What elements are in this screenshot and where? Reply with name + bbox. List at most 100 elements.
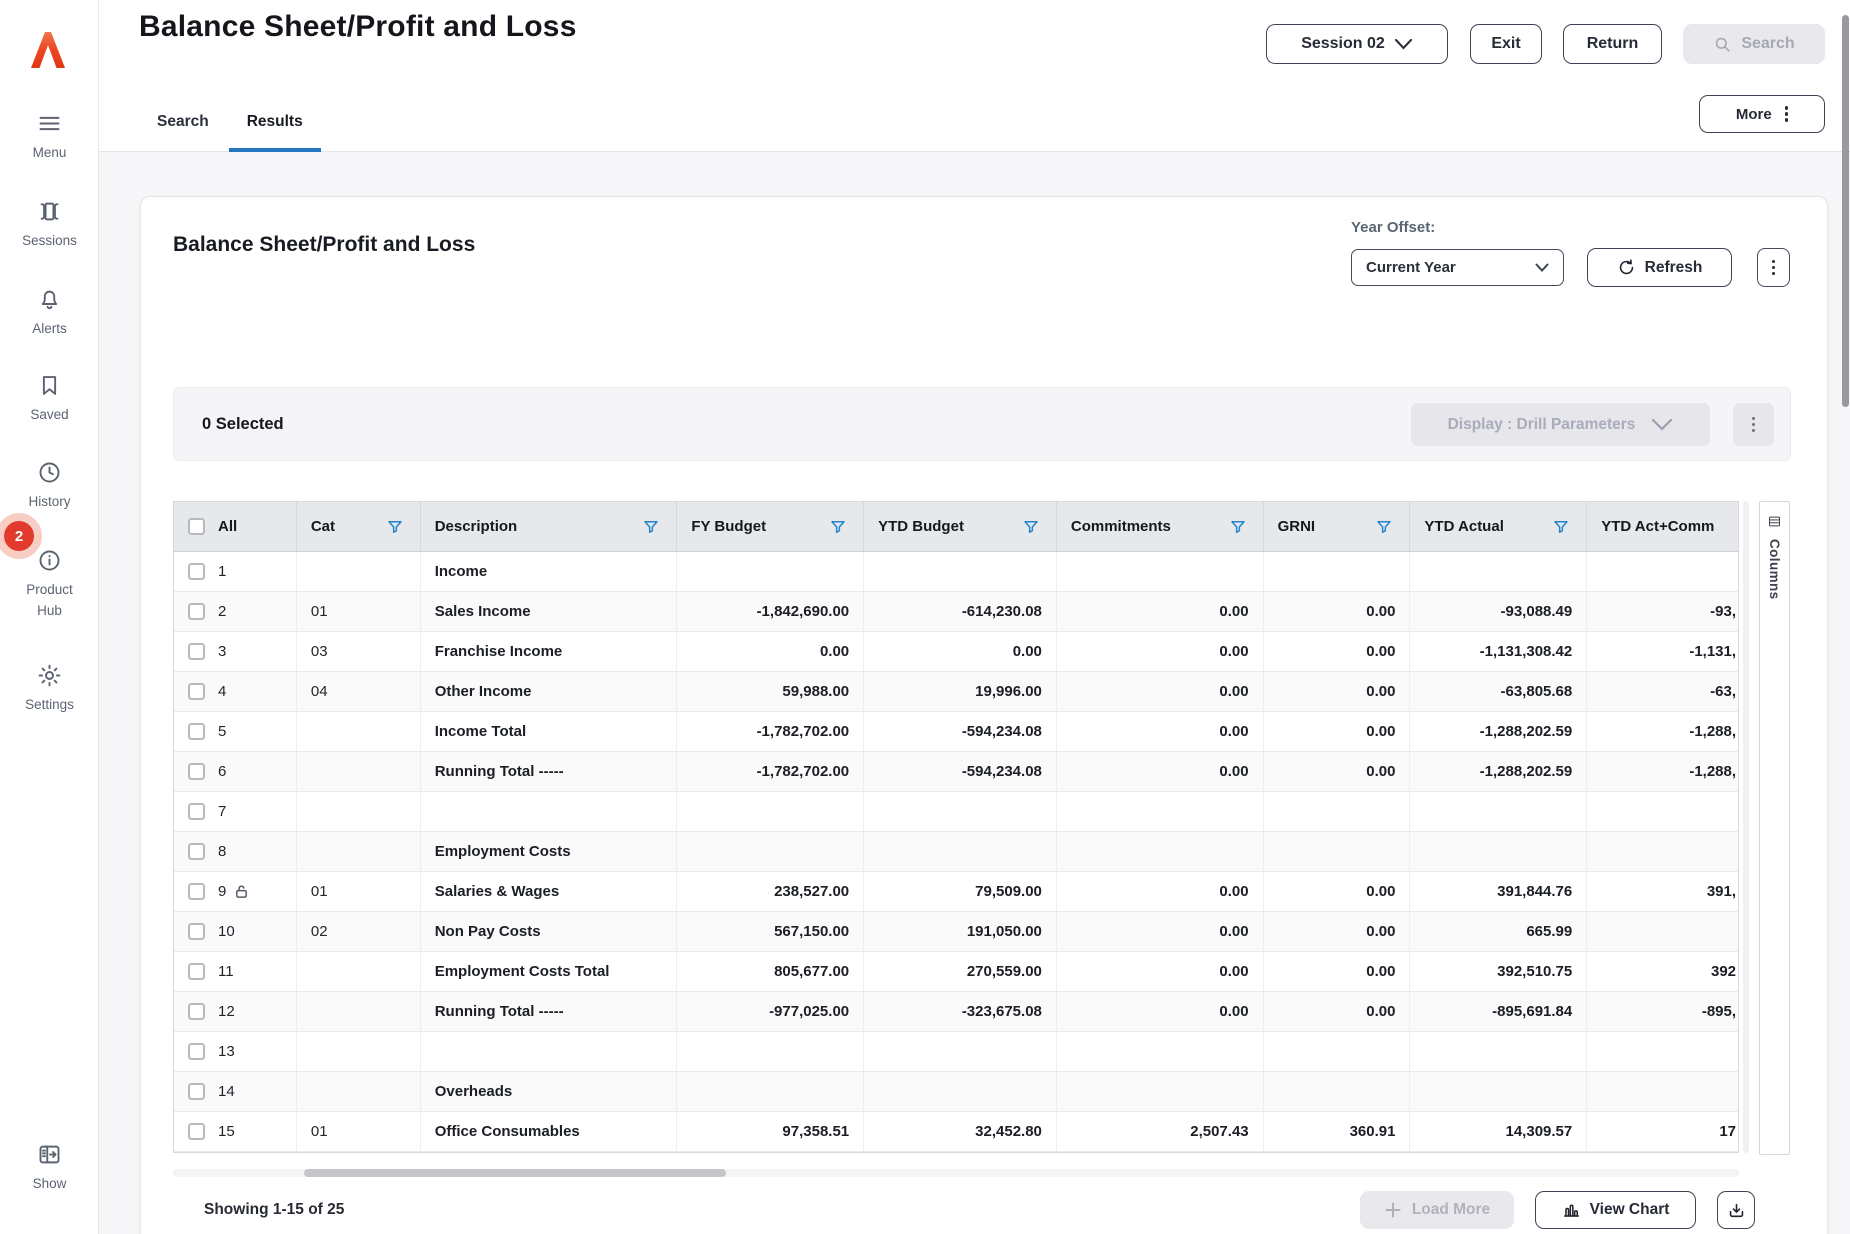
cell-actcomm: -895, xyxy=(1587,992,1738,1031)
cell-act: 392,510.75 xyxy=(1410,952,1587,991)
cell-comm: 2,507.43 xyxy=(1057,1112,1264,1151)
filter-icon[interactable] xyxy=(1229,518,1247,536)
row-checkbox[interactable] xyxy=(188,1003,205,1020)
tab-search[interactable]: Search xyxy=(139,96,227,152)
cell-cat: 03 xyxy=(297,632,421,671)
row-checkbox[interactable] xyxy=(188,603,205,620)
sidebar-item-label: Saved xyxy=(30,405,68,426)
row-checkbox[interactable] xyxy=(188,683,205,700)
row-checkbox[interactable] xyxy=(188,1083,205,1100)
row-checkbox[interactable] xyxy=(188,1043,205,1060)
filter-icon[interactable] xyxy=(829,518,847,536)
row-checkbox[interactable] xyxy=(188,563,205,580)
cell-actcomm: -1,288, xyxy=(1587,712,1738,751)
cell-comm xyxy=(1057,552,1264,591)
sidebar-item-alerts[interactable]: Alerts xyxy=(0,286,99,340)
cell-cat xyxy=(297,992,421,1031)
filter-icon[interactable] xyxy=(1022,518,1040,536)
filter-icon[interactable] xyxy=(1552,518,1570,536)
load-more-button[interactable]: Load More xyxy=(1360,1191,1514,1229)
cell-actcomm: -93, xyxy=(1587,592,1738,631)
view-chart-button[interactable]: View Chart xyxy=(1535,1191,1696,1229)
row-checkbox[interactable] xyxy=(188,963,205,980)
sessions-icon xyxy=(36,198,63,225)
cell-description: Running Total ----- xyxy=(421,752,678,791)
cell-fy: 567,150.00 xyxy=(677,912,864,951)
cell-cat xyxy=(297,832,421,871)
table-vertical-scrollbar[interactable] xyxy=(1743,501,1749,1153)
year-offset-select[interactable]: Current Year xyxy=(1351,249,1564,286)
cell-comm: 0.00 xyxy=(1057,672,1264,711)
download-button[interactable] xyxy=(1717,1191,1755,1229)
cell-description: Income xyxy=(421,552,678,591)
cell-ytdb: 32,452.80 xyxy=(864,1112,1057,1151)
cell-act: 14,309.57 xyxy=(1410,1112,1587,1151)
cell-description xyxy=(421,1032,678,1071)
row-checkbox[interactable] xyxy=(188,643,205,660)
cell-actcomm xyxy=(1587,792,1738,831)
scrollbar-thumb[interactable] xyxy=(304,1169,726,1177)
cell-ytdb xyxy=(864,832,1057,871)
filter-icon[interactable] xyxy=(1375,518,1393,536)
sidebar-item-sessions[interactable]: Sessions xyxy=(0,198,99,252)
row-number: 14 xyxy=(218,1083,235,1100)
cell-act: -895,691.84 xyxy=(1410,992,1587,1031)
column-header-label: Commitments xyxy=(1071,518,1171,535)
row-select-cell: 15 xyxy=(174,1112,297,1151)
kebab-icon xyxy=(1772,260,1775,275)
sidebar-item-menu[interactable]: Menu xyxy=(0,110,99,164)
page-scrollbar-thumb[interactable] xyxy=(1842,15,1849,407)
sidebar-item-saved[interactable]: Saved xyxy=(0,372,99,426)
row-checkbox[interactable] xyxy=(188,883,205,900)
sidebar-item-history[interactable]: History xyxy=(0,459,99,513)
display-dropdown[interactable]: Display : Drill Parameters xyxy=(1411,403,1710,446)
row-select-cell: 7 xyxy=(174,792,297,831)
row-checkbox[interactable] xyxy=(188,1123,205,1140)
table-row: 404Other Income59,988.0019,996.000.000.0… xyxy=(174,672,1738,712)
cell-fy: 0.00 xyxy=(677,632,864,671)
refresh-button[interactable]: Refresh xyxy=(1587,248,1732,287)
row-checkbox[interactable] xyxy=(188,723,205,740)
sidebar-item-settings[interactable]: Settings xyxy=(0,662,99,716)
cell-act: -93,088.49 xyxy=(1410,592,1587,631)
cell-actcomm: -63, xyxy=(1587,672,1738,711)
sidebar-item-show[interactable]: Show xyxy=(0,1141,99,1195)
bookmark-icon xyxy=(36,372,63,399)
row-select-cell: 2 xyxy=(174,592,297,631)
cell-actcomm: -1,288, xyxy=(1587,752,1738,791)
cell-act: -1,131,308.42 xyxy=(1410,632,1587,671)
exit-button[interactable]: Exit xyxy=(1470,24,1542,64)
column-header-grni: GRNI xyxy=(1264,502,1411,551)
row-checkbox[interactable] xyxy=(188,843,205,860)
chevron-down-icon xyxy=(1394,38,1413,50)
columns-panel-toggle[interactable]: Columns xyxy=(1759,501,1790,1155)
cell-comm: 0.00 xyxy=(1057,712,1264,751)
cell-comm: 0.00 xyxy=(1057,912,1264,951)
filter-icon[interactable] xyxy=(386,518,404,536)
row-checkbox[interactable] xyxy=(188,803,205,820)
cell-actcomm: 391, xyxy=(1587,872,1738,911)
select-all-checkbox[interactable] xyxy=(188,518,205,535)
panel-kebab-button[interactable] xyxy=(1757,248,1790,287)
row-checkbox[interactable] xyxy=(188,923,205,940)
column-header-description: Description xyxy=(421,502,678,551)
kebab-icon xyxy=(1785,106,1788,121)
column-header-commitments: Commitments xyxy=(1057,502,1264,551)
session-dropdown[interactable]: Session 02 xyxy=(1266,24,1448,64)
toolbar-kebab-button[interactable] xyxy=(1733,403,1774,446)
cell-act: -1,288,202.59 xyxy=(1410,752,1587,791)
cell-description xyxy=(421,792,678,831)
cell-cat: 04 xyxy=(297,672,421,711)
more-button[interactable]: More xyxy=(1699,95,1825,133)
search-button[interactable]: Search xyxy=(1683,24,1825,64)
filter-icon[interactable] xyxy=(642,518,660,536)
cell-ytdb xyxy=(864,792,1057,831)
cell-fy: 59,988.00 xyxy=(677,672,864,711)
column-header-cat: Cat xyxy=(297,502,421,551)
cell-grni: 0.00 xyxy=(1264,752,1411,791)
tab-results[interactable]: Results xyxy=(229,96,321,152)
return-button[interactable]: Return xyxy=(1563,24,1662,64)
display-dropdown-label: Display : Drill Parameters xyxy=(1448,416,1636,434)
row-checkbox[interactable] xyxy=(188,763,205,780)
sidebar-item-product-hub[interactable]: Product Hub xyxy=(0,547,99,622)
